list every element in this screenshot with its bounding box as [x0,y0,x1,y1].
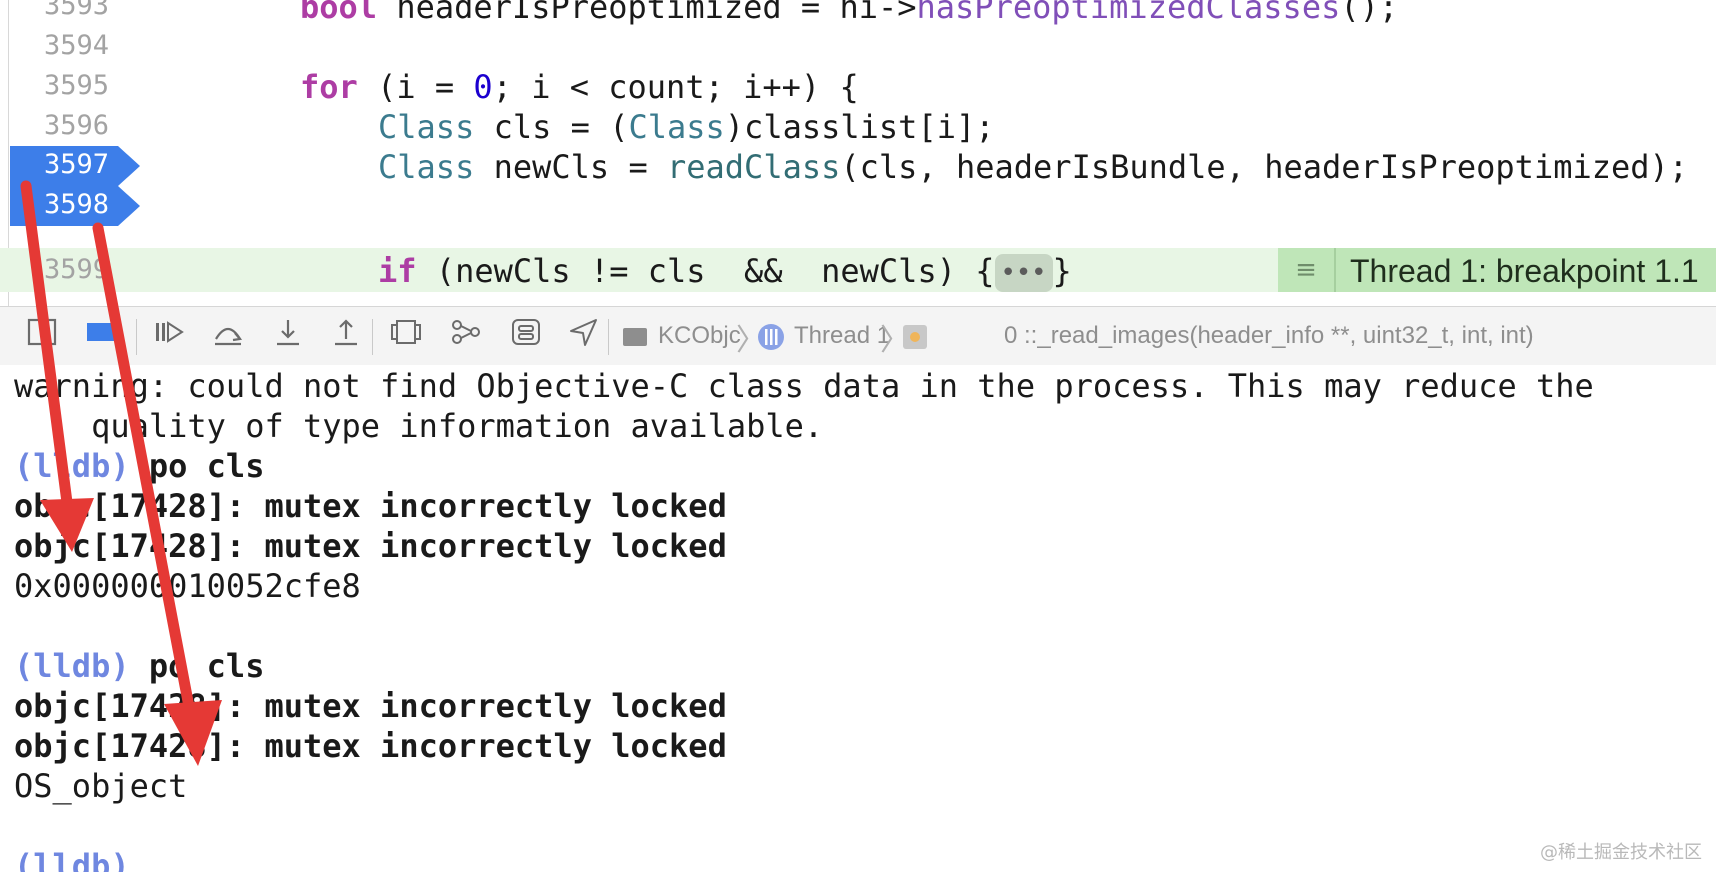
console-result: 0x000000010052cfe8 [14,567,361,605]
breadcrumb-target[interactable]: KCObjc [658,319,741,353]
console-output: objc[17428]: mutex incorrectly locked [14,687,727,725]
console-output: objc[17428]: mutex incorrectly locked [14,487,727,525]
view-hierarchy-icon[interactable] [386,317,426,355]
folded-code-button[interactable]: ••• [994,254,1053,292]
console-command: (lldb) po cls [14,447,265,485]
environment-icon[interactable] [506,317,546,355]
divider [136,319,137,355]
line-number: 3597 [44,149,110,180]
breakpoint-marker[interactable]: 3598 [10,186,140,226]
console-output: objc[17428]: mutex incorrectly locked [14,727,727,765]
line-number: 3596 [44,110,110,141]
location-icon[interactable] [564,317,604,355]
breakpoints-toggle-icon[interactable] [82,317,122,355]
line-number: 3595 [44,70,110,101]
code-editor[interactable]: 3593 bool headerIsPreoptimized = hi->has… [0,0,1716,306]
line-number: 3598 [44,189,110,220]
debug-console[interactable]: warning: could not find Objective-C clas… [0,365,1716,872]
console-output: objc[17428]: mutex incorrectly locked [14,527,727,565]
line-number: 3599 [44,254,110,285]
code-line[interactable]: 3598 [0,184,1716,228]
continue-icon[interactable] [148,317,188,355]
line-number: 3594 [44,30,110,61]
thread-badge-label: Thread 1: breakpoint 1.1 [1350,253,1699,289]
hide-debug-area-icon[interactable] [22,317,62,355]
divider [372,319,373,355]
frame-icon [902,319,928,353]
step-into-icon[interactable] [268,317,308,355]
breadcrumb-frame[interactable]: 0 ::_read_images(header_info **, uint32_… [1004,319,1534,353]
code-text: Class newCls = readClass(cls, headerIsBu… [378,148,1689,186]
lines-icon: ≡ [1278,248,1336,292]
breakpoint-marker[interactable]: 3597 [10,146,140,186]
step-out-icon[interactable] [326,317,366,355]
console-warning: quality of type information available. [14,407,824,445]
debug-bar: KCObjc 〉 Thread 1 〉 0 ::_read_images(hea… [0,306,1716,366]
memory-graph-icon[interactable] [446,317,486,355]
console-result: OS_object [14,767,188,805]
code-text: for (i = 0; i < count; i++) { [300,68,859,106]
lldb-prompt: (lldb) [14,847,130,872]
watermark: @稀土掘金技术社区 [1540,842,1702,863]
step-over-icon[interactable] [208,317,248,355]
code-text: Class cls = (Class)classlist[i]; [378,108,995,146]
divider [608,319,609,355]
lldb-prompt: (lldb) [14,447,130,485]
app-icon [622,319,648,353]
code-text: if (newCls != cls && newCls) {•••} [378,252,1072,292]
console-warning: warning: could not find Objective-C clas… [14,367,1594,405]
line-number: 3593 [44,0,110,21]
code-text: bool headerIsPreoptimized = hi->hasPreop… [300,0,1399,26]
lldb-prompt: (lldb) [14,647,130,685]
code-line[interactable]: 3596 Class cls = (Class)classlist[i]; [0,104,1716,148]
code-line[interactable]: 3597 Class newCls = readClass(cls, heade… [0,144,1716,188]
code-line[interactable]: 3595 for (i = 0; i < count; i++) { [0,64,1716,108]
thread-badge[interactable]: ≡ Thread 1: breakpoint 1.1 [1278,248,1716,292]
breadcrumb-thread[interactable]: Thread 1 [794,319,890,353]
code-line[interactable]: 3594 [0,24,1716,68]
console-command: (lldb) po cls [14,647,265,685]
thread-icon [756,319,786,353]
console-prompt[interactable]: (lldb) [14,847,130,872]
